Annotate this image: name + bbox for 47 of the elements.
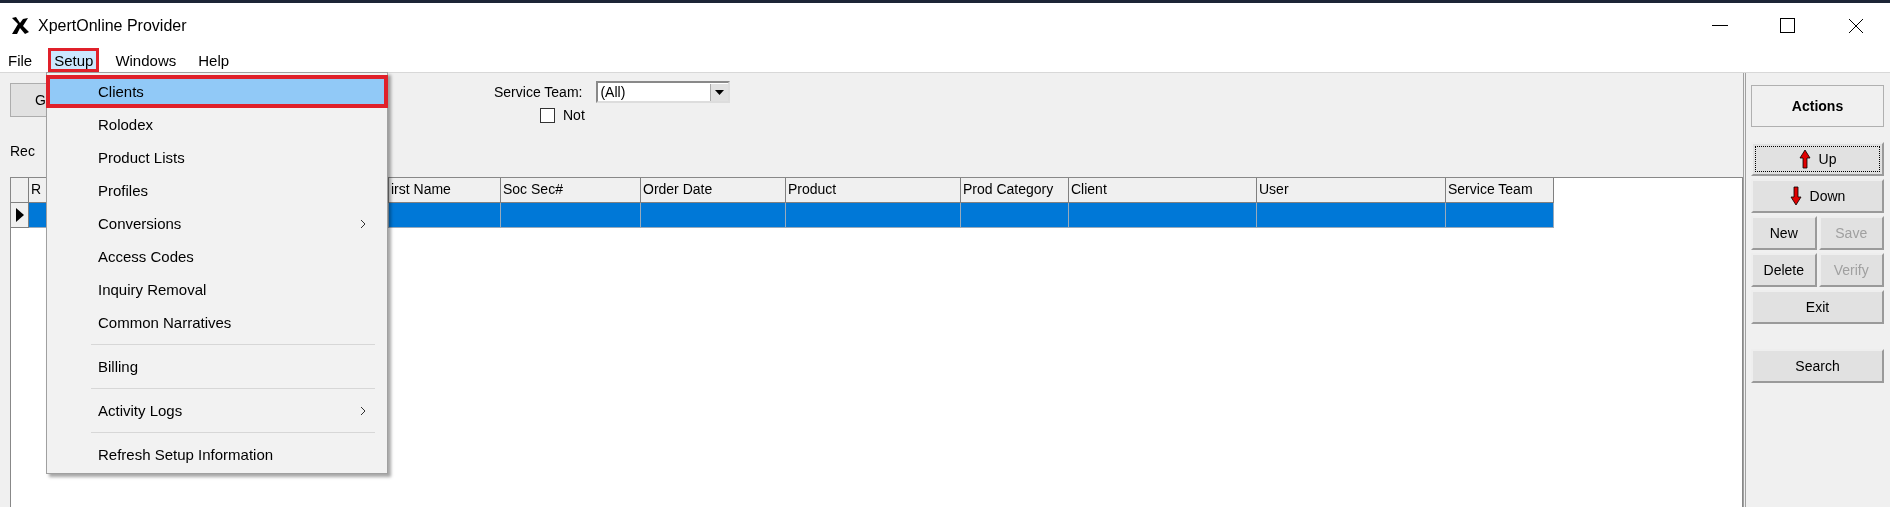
menu-item[interactable]: Clients xyxy=(46,75,388,108)
column-header[interactable]: irst Name xyxy=(389,178,501,203)
action-button[interactable]: Delete xyxy=(1751,253,1817,287)
minimize-icon xyxy=(1712,24,1728,27)
column-header[interactable]: User xyxy=(1257,178,1446,203)
column-header[interactable]: Service Team xyxy=(1446,178,1554,203)
chevron-right-icon xyxy=(360,218,366,229)
column-header[interactable]: Prod Category xyxy=(961,178,1069,203)
service-team-dropdown[interactable]: (All) xyxy=(596,81,731,103)
menu-item[interactable]: Conversions xyxy=(46,207,388,240)
checkbox-label: Not xyxy=(563,107,585,123)
action-button[interactable]: New xyxy=(1751,216,1817,250)
toolbar-button[interactable]: G xyxy=(10,83,46,117)
menu-item[interactable]: Refresh Setup Information xyxy=(46,438,388,471)
action-button[interactable]: Exit xyxy=(1751,290,1884,324)
column-header[interactable]: Order Date xyxy=(641,178,786,203)
close-icon xyxy=(1848,17,1864,34)
menu-item[interactable]: Profiles xyxy=(46,174,388,207)
menu-item[interactable]: Common Narratives xyxy=(46,306,388,339)
service-team-label: Service Team: xyxy=(494,84,583,100)
dropdown-arrow-icon xyxy=(715,89,725,95)
column-header[interactable]: Product xyxy=(786,178,961,203)
chevron-right-icon xyxy=(360,405,366,416)
menu-item[interactable]: File xyxy=(2,48,39,72)
window-title: XpertOnline Provider xyxy=(38,16,187,35)
column-header[interactable]: R xyxy=(29,178,47,203)
actions-header: Actions xyxy=(1751,85,1884,127)
menu-item[interactable]: Inquiry Removal xyxy=(46,273,388,306)
column-header[interactable]: Soc Sec# xyxy=(501,178,641,203)
arrow-up-icon xyxy=(1798,149,1811,169)
menu-item[interactable]: Windows xyxy=(109,48,183,72)
action-button[interactable]: Up xyxy=(1751,142,1884,176)
section-label: Rec xyxy=(10,143,35,161)
not-checkbox[interactable] xyxy=(540,107,555,123)
action-button[interactable]: Down xyxy=(1751,179,1884,213)
action-button[interactable]: Search xyxy=(1751,349,1884,383)
maximize-icon xyxy=(1780,17,1796,34)
menu-item[interactable]: Help xyxy=(192,48,236,72)
menu-item[interactable]: Activity Logs xyxy=(46,394,388,427)
menu-item[interactable]: Setup xyxy=(48,48,100,72)
arrow-down-icon xyxy=(1789,186,1802,206)
menu-item[interactable]: Billing xyxy=(46,350,388,383)
column-header[interactable]: Client xyxy=(1069,178,1257,203)
menu-item[interactable]: Product Lists xyxy=(46,141,388,174)
logo-icon xyxy=(10,15,30,36)
menu-item[interactable]: Access Codes xyxy=(46,240,388,273)
menu-item[interactable]: Rolodex xyxy=(46,108,388,141)
